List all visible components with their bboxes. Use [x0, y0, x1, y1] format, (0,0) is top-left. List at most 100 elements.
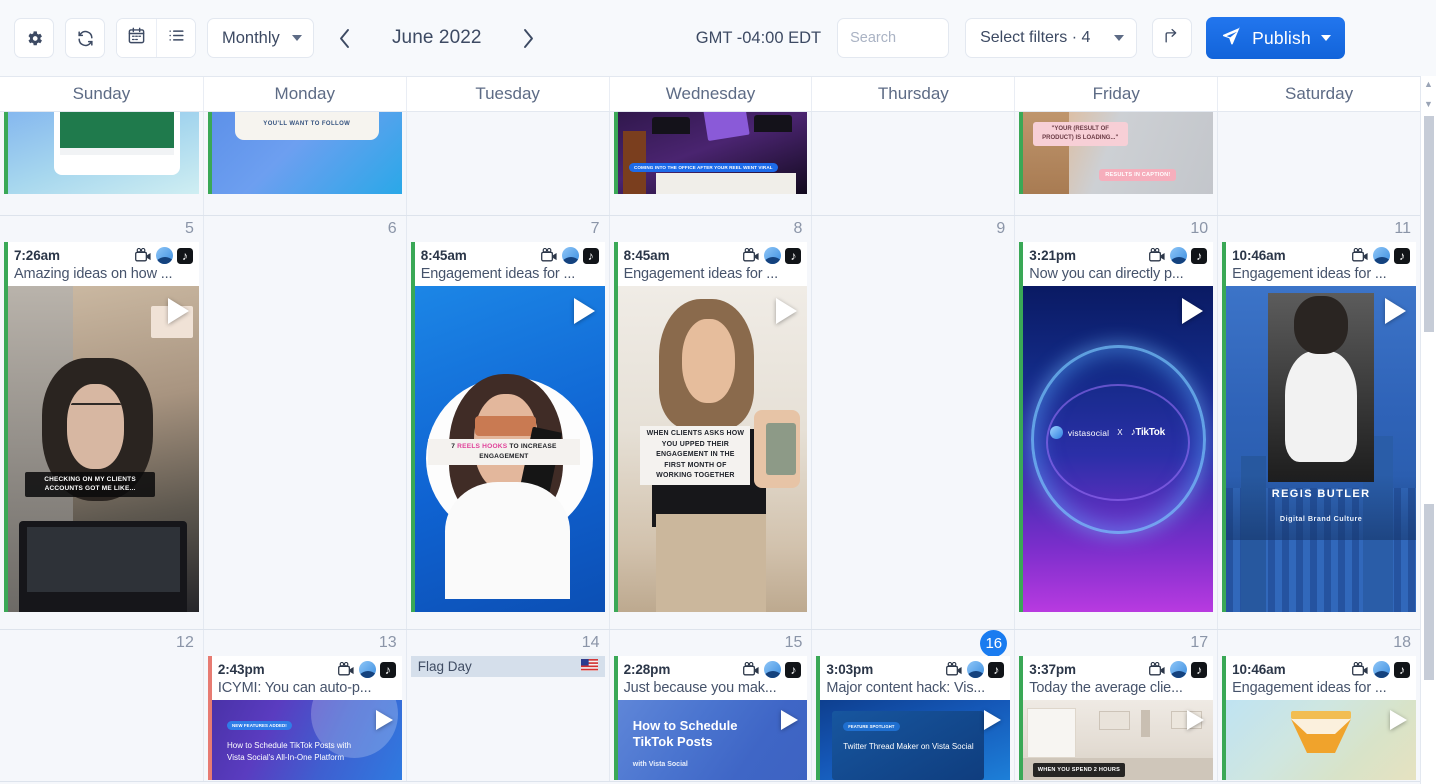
- day-cell[interactable]: 8 8:45am ♪: [609, 216, 812, 629]
- play-icon[interactable]: [776, 298, 797, 324]
- vertical-scrollbar[interactable]: ▲ ▼: [1420, 76, 1436, 784]
- day-cell[interactable]: 10 3:21pm ♪: [1014, 216, 1217, 629]
- post-card[interactable]: 8:45am ♪ Engagement ideas for ...: [614, 242, 808, 612]
- day-cell[interactable]: [0, 112, 203, 215]
- publish-button[interactable]: Publish: [1206, 17, 1345, 59]
- scrollbar-thumb-lower[interactable]: [1424, 504, 1434, 680]
- day-cell[interactable]: 11 10:46am ♪: [1217, 216, 1420, 629]
- day-cell[interactable]: 13 2:43pm ♪: [203, 630, 406, 781]
- previous-month-button[interactable]: [328, 18, 362, 58]
- day-cell[interactable]: 16 3:03pm ♪: [811, 630, 1014, 781]
- play-icon[interactable]: [376, 710, 393, 730]
- post-media[interactable]: WHEN CLIENTS ASKS HOW YOU UPPED THEIR EN…: [618, 286, 808, 612]
- play-icon[interactable]: [781, 710, 798, 730]
- post-card[interactable]: 3:37pm ♪ Today the average clie...: [1019, 656, 1213, 780]
- list-view-button[interactable]: [156, 19, 195, 57]
- play-icon[interactable]: [168, 298, 189, 324]
- scrollbar-track[interactable]: [1424, 114, 1434, 784]
- day-number: 5: [185, 220, 194, 238]
- day-number: 10: [1190, 220, 1208, 238]
- post-card[interactable]: 10:46am ♪ Engagement ideas for ...: [1222, 242, 1416, 612]
- day-cell[interactable]: Photographers YOU'LL WANT TO FOLLOW: [203, 112, 406, 215]
- holiday-item[interactable]: Flag Day: [411, 656, 605, 677]
- tiktok-icon: ♪: [785, 248, 801, 264]
- day-cell[interactable]: 17 3:37pm ♪: [1014, 630, 1217, 781]
- day-cell[interactable]: 7 8:45am ♪: [406, 216, 609, 629]
- day-cell[interactable]: COMING INTO THE OFFICE AFTER YOUR REEL W…: [609, 112, 812, 215]
- tiktok-icon: ♪: [1191, 662, 1207, 678]
- day-cell[interactable]: 6: [203, 216, 406, 629]
- search-input[interactable]: [850, 30, 936, 46]
- post-network-icons: ♪: [946, 661, 1004, 678]
- refresh-button[interactable]: [65, 18, 105, 58]
- day-cell[interactable]: "GET STARTED BY..." "YOUR (RESULT OF PRO…: [1014, 112, 1217, 215]
- filters-select[interactable]: Select filters · 4: [965, 18, 1137, 58]
- post-time: 3:37pm: [1029, 662, 1076, 677]
- post-title: Engagement ideas for ...: [618, 265, 808, 286]
- day-cell[interactable]: [406, 112, 609, 215]
- day-cell[interactable]: [811, 112, 1014, 215]
- post-time: 3:21pm: [1029, 248, 1076, 263]
- day-cell[interactable]: [1217, 112, 1420, 215]
- post-media[interactable]: vistasocial X ♪TikTok: [1023, 286, 1213, 612]
- post-title: Major content hack: Vis...: [820, 679, 1010, 700]
- scroll-down-arrow[interactable]: ▼: [1424, 99, 1433, 110]
- search-field[interactable]: [837, 18, 949, 58]
- post-card[interactable]: Photographers YOU'LL WANT TO FOLLOW: [208, 112, 402, 194]
- post-card[interactable]: 2:28pm ♪ Just because you mak...: [614, 656, 808, 780]
- day-cell[interactable]: 15 2:28pm ♪: [609, 630, 812, 781]
- play-icon[interactable]: [574, 298, 595, 324]
- tiktok-icon: ♪: [988, 662, 1004, 678]
- tiktok-icon: ♪: [785, 662, 801, 678]
- play-icon[interactable]: [984, 710, 1001, 730]
- post-media[interactable]: NEW FEATURES ADDED! How to Schedule TikT…: [212, 700, 402, 780]
- post-card[interactable]: [4, 112, 199, 194]
- day-cell[interactable]: 9: [811, 216, 1014, 629]
- post-card[interactable]: 3:03pm ♪ Major content hack: Vis...: [816, 656, 1010, 780]
- scroll-up-arrow[interactable]: ▲: [1424, 79, 1433, 90]
- post-media: [8, 112, 199, 194]
- chevron-left-icon: [338, 28, 351, 49]
- post-media[interactable]: [1226, 700, 1416, 780]
- day-number: 13: [379, 634, 397, 652]
- media-subcaption: Digital Brand Culture: [1226, 514, 1416, 523]
- play-icon[interactable]: [1187, 710, 1204, 730]
- post-card[interactable]: "GET STARTED BY..." "YOUR (RESULT OF PRO…: [1019, 112, 1213, 194]
- view-mode-select[interactable]: Monthly: [207, 18, 314, 58]
- next-month-button[interactable]: [512, 18, 546, 58]
- scrollbar-thumb[interactable]: [1424, 116, 1434, 332]
- post-media[interactable]: FEATURE SPOTLIGHT Twitter Thread Maker o…: [820, 700, 1010, 780]
- post-title: Engagement ideas for ...: [1226, 265, 1416, 286]
- post-card[interactable]: 8:45am ♪ Engagement ideas for ...: [411, 242, 605, 612]
- weeks-container: Photographers YOU'LL WANT TO FOLLOW: [0, 112, 1420, 784]
- post-media[interactable]: REGIS BUTLER Digital Brand Culture: [1226, 286, 1416, 612]
- calendar-icon: [127, 26, 146, 50]
- post-media[interactable]: CHECKING ON MY CLIENTS ACCOUNTS GOT ME L…: [8, 286, 199, 612]
- day-number: 7: [591, 220, 600, 238]
- settings-button[interactable]: [14, 18, 54, 58]
- vistasocial-icon: [156, 247, 173, 264]
- post-card[interactable]: 2:43pm ♪ ICYMI: You can auto-p...: [208, 656, 402, 780]
- day-cell[interactable]: 18 10:46am ♪: [1217, 630, 1420, 781]
- day-cell[interactable]: 14 Flag Day: [406, 630, 609, 781]
- tiktok-icon: ♪: [1191, 248, 1207, 264]
- post-card[interactable]: 3:21pm ♪ Now you can directly p...: [1019, 242, 1213, 612]
- tiktok-icon: ♪: [1394, 248, 1410, 264]
- play-icon[interactable]: [1182, 298, 1203, 324]
- media-caption: CHECKING ON MY CLIENTS ACCOUNTS GOT ME L…: [25, 472, 155, 497]
- vistasocial-icon: [764, 661, 781, 678]
- post-media[interactable]: WHEN YOU SPEND 2 HOURS: [1023, 700, 1213, 780]
- day-cell[interactable]: 5 7:26am ♪: [0, 216, 203, 629]
- gear-icon: [25, 29, 44, 48]
- day-cell[interactable]: 12: [0, 630, 203, 781]
- calendar-view-button[interactable]: [117, 19, 156, 57]
- post-media[interactable]: 7 REELS HOOKS TO INCREASE ENGAGEMENT: [415, 286, 605, 612]
- share-button[interactable]: [1152, 18, 1192, 58]
- post-card[interactable]: 10:46am ♪ Engagement ideas for ...: [1222, 656, 1416, 780]
- post-card[interactable]: COMING INTO THE OFFICE AFTER YOUR REEL W…: [614, 112, 808, 194]
- play-icon[interactable]: [1385, 298, 1406, 324]
- post-media[interactable]: How to Schedule TikTok Posts with Vista …: [618, 700, 808, 780]
- play-icon[interactable]: [1390, 710, 1407, 730]
- post-time: 10:46am: [1232, 662, 1285, 677]
- post-card[interactable]: 7:26am ♪ Amazing ideas on how ...: [4, 242, 199, 612]
